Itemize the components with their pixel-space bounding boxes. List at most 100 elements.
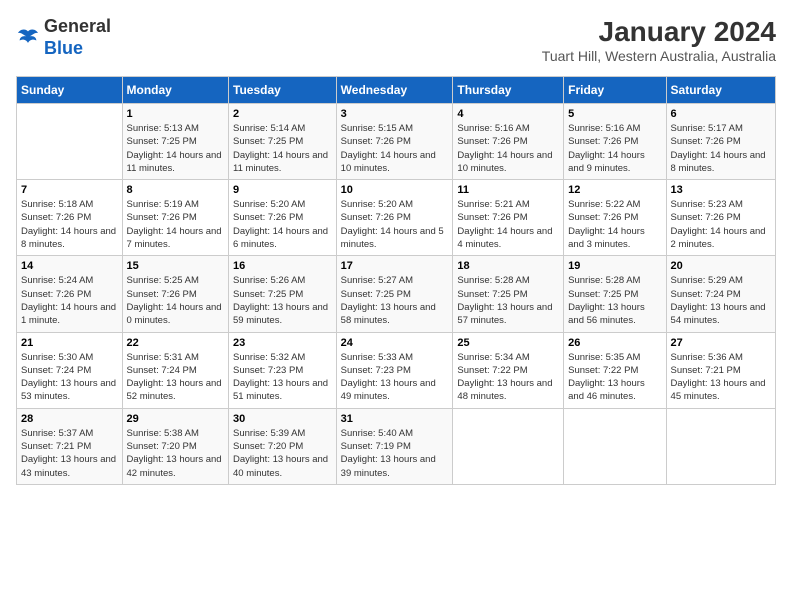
day-info: Sunrise: 5:25 AMSunset: 7:26 PMDaylight:… — [127, 274, 224, 327]
day-info: Sunrise: 5:36 AMSunset: 7:21 PMDaylight:… — [671, 351, 771, 404]
day-number: 20 — [671, 260, 771, 272]
day-cell: 20 Sunrise: 5:29 AMSunset: 7:24 PMDayligh… — [666, 256, 775, 332]
day-number: 4 — [457, 108, 559, 120]
header-tuesday: Tuesday — [229, 77, 337, 104]
day-cell — [666, 408, 775, 484]
day-cell: 27 Sunrise: 5:36 AMSunset: 7:21 PMDayligh… — [666, 332, 775, 408]
week-row-1: 1 Sunrise: 5:13 AMSunset: 7:25 PMDaylight… — [17, 104, 776, 180]
day-info: Sunrise: 5:20 AMSunset: 7:26 PMDaylight:… — [341, 198, 449, 251]
logo-blue-text: Blue — [44, 38, 83, 58]
day-info: Sunrise: 5:22 AMSunset: 7:26 PMDaylight:… — [568, 198, 661, 251]
day-cell: 16 Sunrise: 5:26 AMSunset: 7:25 PMDayligh… — [229, 256, 337, 332]
day-number: 22 — [127, 337, 224, 349]
day-info: Sunrise: 5:29 AMSunset: 7:24 PMDaylight:… — [671, 274, 771, 327]
day-number: 24 — [341, 337, 449, 349]
day-number: 3 — [341, 108, 449, 120]
day-cell: 1 Sunrise: 5:13 AMSunset: 7:25 PMDaylight… — [122, 104, 228, 180]
page-subtitle: Tuart Hill, Western Australia, Australia — [542, 48, 776, 64]
day-cell — [564, 408, 666, 484]
logo-icon — [16, 28, 40, 48]
day-number: 23 — [233, 337, 332, 349]
day-cell: 3 Sunrise: 5:15 AMSunset: 7:26 PMDaylight… — [336, 104, 453, 180]
day-cell: 22 Sunrise: 5:31 AMSunset: 7:24 PMDayligh… — [122, 332, 228, 408]
day-cell: 25Sunrise: 5:34 AMSunset: 7:22 PMDayligh… — [453, 332, 564, 408]
day-cell — [453, 408, 564, 484]
day-cell: 12 Sunrise: 5:22 AMSunset: 7:26 PMDayligh… — [564, 180, 666, 256]
day-info: Sunrise: 5:35 AMSunset: 7:22 PMDaylight:… — [568, 351, 661, 404]
day-info: Sunrise: 5:28 AMSunset: 7:25 PMDaylight:… — [457, 274, 559, 327]
day-info: Sunrise: 5:20 AMSunset: 7:26 PMDaylight:… — [233, 198, 332, 251]
day-info: Sunrise: 5:39 AMSunset: 7:20 PMDaylight:… — [233, 427, 332, 480]
day-info: Sunrise: 5:31 AMSunset: 7:24 PMDaylight:… — [127, 351, 224, 404]
day-number: 27 — [671, 337, 771, 349]
day-number: 26 — [568, 337, 661, 349]
day-number: 21 — [21, 337, 118, 349]
day-cell: 13Sunrise: 5:23 AMSunset: 7:26 PMDayligh… — [666, 180, 775, 256]
day-number: 1 — [127, 108, 224, 120]
page-header: General Blue January 2024 Tuart Hill, We… — [16, 16, 776, 64]
day-info: Sunrise: 5:19 AMSunset: 7:26 PMDaylight:… — [127, 198, 224, 251]
day-cell: 23 Sunrise: 5:32 AMSunset: 7:23 PMDayligh… — [229, 332, 337, 408]
logo-general-text: General — [44, 16, 111, 36]
day-number: 15 — [127, 260, 224, 272]
day-info: Sunrise: 5:16 AMSunset: 7:26 PMDaylight:… — [568, 122, 661, 175]
day-cell: 30 Sunrise: 5:39 AMSunset: 7:20 PMDayligh… — [229, 408, 337, 484]
logo: General Blue — [16, 16, 111, 59]
week-row-2: 7 Sunrise: 5:18 AMSunset: 7:26 PMDaylight… — [17, 180, 776, 256]
day-number: 30 — [233, 413, 332, 425]
header-sunday: Sunday — [17, 77, 123, 104]
calendar-table: SundayMondayTuesdayWednesdayThursdayFrid… — [16, 76, 776, 485]
day-number: 16 — [233, 260, 332, 272]
day-cell: 2 Sunrise: 5:14 AMSunset: 7:25 PMDaylight… — [229, 104, 337, 180]
day-number: 6 — [671, 108, 771, 120]
day-info: Sunrise: 5:16 AMSunset: 7:26 PMDaylight:… — [457, 122, 559, 175]
day-number: 7 — [21, 184, 118, 196]
day-info: Sunrise: 5:14 AMSunset: 7:25 PMDaylight:… — [233, 122, 332, 175]
day-number: 17 — [341, 260, 449, 272]
calendar-header-row: SundayMondayTuesdayWednesdayThursdayFrid… — [17, 77, 776, 104]
week-row-5: 28 Sunrise: 5:37 AMSunset: 7:21 PMDayligh… — [17, 408, 776, 484]
day-info: Sunrise: 5:15 AMSunset: 7:26 PMDaylight:… — [341, 122, 449, 175]
day-cell: 17Sunrise: 5:27 AMSunset: 7:25 PMDayligh… — [336, 256, 453, 332]
day-info: Sunrise: 5:40 AMSunset: 7:19 PMDaylight:… — [341, 427, 449, 480]
day-number: 25 — [457, 337, 559, 349]
day-number: 11 — [457, 184, 559, 196]
day-cell: 5Sunrise: 5:16 AMSunset: 7:26 PMDaylight… — [564, 104, 666, 180]
title-block: January 2024 Tuart Hill, Western Austral… — [542, 16, 776, 64]
day-info: Sunrise: 5:33 AMSunset: 7:23 PMDaylight:… — [341, 351, 449, 404]
day-info: Sunrise: 5:32 AMSunset: 7:23 PMDaylight:… — [233, 351, 332, 404]
day-number: 14 — [21, 260, 118, 272]
day-cell: 31 Sunrise: 5:40 AMSunset: 7:19 PMDayligh… — [336, 408, 453, 484]
header-thursday: Thursday — [453, 77, 564, 104]
day-info: Sunrise: 5:28 AMSunset: 7:25 PMDaylight:… — [568, 274, 661, 327]
day-info: Sunrise: 5:38 AMSunset: 7:20 PMDaylight:… — [127, 427, 224, 480]
week-row-4: 21 Sunrise: 5:30 AMSunset: 7:24 PMDayligh… — [17, 332, 776, 408]
day-number: 2 — [233, 108, 332, 120]
day-info: Sunrise: 5:13 AMSunset: 7:25 PMDaylight:… — [127, 122, 224, 175]
day-cell: 28 Sunrise: 5:37 AMSunset: 7:21 PMDayligh… — [17, 408, 123, 484]
header-monday: Monday — [122, 77, 228, 104]
day-number: 18 — [457, 260, 559, 272]
day-number: 31 — [341, 413, 449, 425]
day-number: 19 — [568, 260, 661, 272]
day-cell: 6Sunrise: 5:17 AMSunset: 7:26 PMDaylight… — [666, 104, 775, 180]
day-number: 9 — [233, 184, 332, 196]
day-number: 12 — [568, 184, 661, 196]
day-info: Sunrise: 5:26 AMSunset: 7:25 PMDaylight:… — [233, 274, 332, 327]
day-cell: 15 Sunrise: 5:25 AMSunset: 7:26 PMDayligh… — [122, 256, 228, 332]
header-wednesday: Wednesday — [336, 77, 453, 104]
day-cell: 18 Sunrise: 5:28 AMSunset: 7:25 PMDayligh… — [453, 256, 564, 332]
day-info: Sunrise: 5:18 AMSunset: 7:26 PMDaylight:… — [21, 198, 118, 251]
day-cell: 24 Sunrise: 5:33 AMSunset: 7:23 PMDayligh… — [336, 332, 453, 408]
week-row-3: 14 Sunrise: 5:24 AMSunset: 7:26 PMDayligh… — [17, 256, 776, 332]
day-cell: 10Sunrise: 5:20 AMSunset: 7:26 PMDayligh… — [336, 180, 453, 256]
day-info: Sunrise: 5:24 AMSunset: 7:26 PMDaylight:… — [21, 274, 118, 327]
day-info: Sunrise: 5:30 AMSunset: 7:24 PMDaylight:… — [21, 351, 118, 404]
day-info: Sunrise: 5:23 AMSunset: 7:26 PMDaylight:… — [671, 198, 771, 251]
day-info: Sunrise: 5:37 AMSunset: 7:21 PMDaylight:… — [21, 427, 118, 480]
day-number: 28 — [21, 413, 118, 425]
day-info: Sunrise: 5:21 AMSunset: 7:26 PMDaylight:… — [457, 198, 559, 251]
header-friday: Friday — [564, 77, 666, 104]
day-number: 8 — [127, 184, 224, 196]
day-cell: 26 Sunrise: 5:35 AMSunset: 7:22 PMDayligh… — [564, 332, 666, 408]
